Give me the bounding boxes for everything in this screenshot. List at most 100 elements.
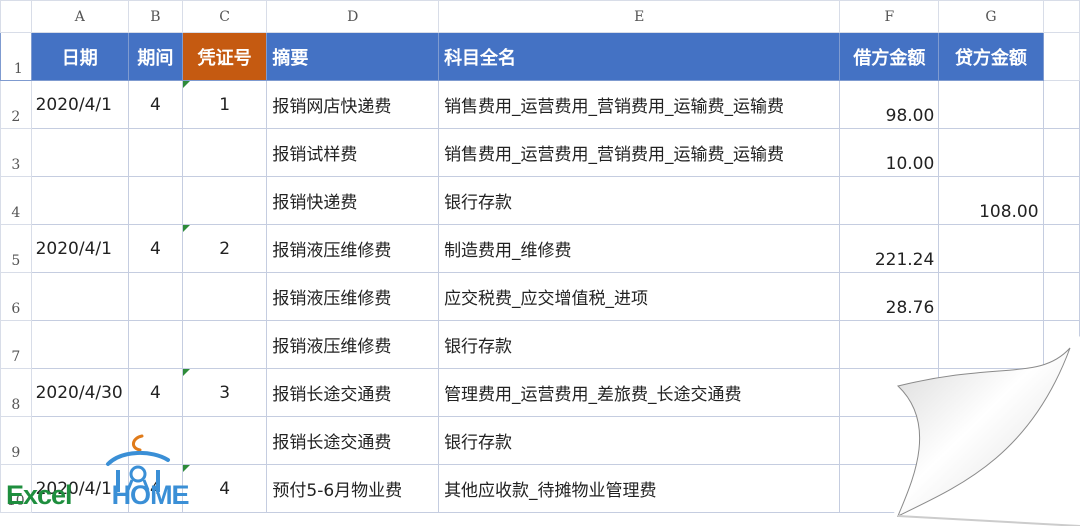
cell-voucher-text: 3 [219, 382, 231, 403]
cell-debit[interactable]: 10.00 [839, 128, 940, 177]
cell-date[interactable] [30, 272, 129, 321]
header-credit[interactable]: 贷方金额 [938, 32, 1044, 81]
table-row: 3 报销试样费 销售费用_运营费用_营销费用_运输费_运输费 10.00 [0, 128, 1080, 177]
cell-summary[interactable]: 报销长途交通费 [266, 368, 440, 417]
cell-credit[interactable] [938, 224, 1044, 273]
header-date[interactable]: 日期 [30, 32, 129, 81]
cell-period[interactable]: 4 [127, 368, 183, 417]
cell-debit[interactable] [839, 368, 940, 417]
cell-summary[interactable]: 报销网店快递费 [266, 80, 440, 129]
cell-date[interactable]: 2020/4/1 [30, 224, 129, 273]
column-header-f[interactable]: F [839, 0, 940, 33]
cell-period[interactable]: 4 [127, 224, 183, 273]
column-header-c[interactable]: C [181, 0, 268, 33]
select-all-corner[interactable] [0, 0, 32, 33]
empty-cell[interactable] [1042, 176, 1080, 225]
cell-date[interactable]: 2020/4/30 [30, 368, 129, 417]
header-summary[interactable]: 摘要 [266, 32, 440, 81]
cell-period-text: 4 [150, 94, 161, 115]
cell-voucher[interactable] [181, 320, 268, 369]
cell-summary-text: 报销快递费 [272, 193, 358, 213]
cell-account[interactable]: 销售费用_运营费用_营销费用_运输费_运输费 [438, 128, 841, 177]
cell-credit[interactable] [938, 464, 1044, 513]
empty-cell[interactable] [1042, 272, 1080, 321]
column-header-d[interactable]: D [266, 0, 440, 33]
cell-period[interactable]: 4 [127, 80, 183, 129]
cell-account[interactable]: 银行存款 [438, 176, 841, 225]
cell-voucher[interactable]: 1 [181, 80, 268, 129]
cell-account[interactable]: 银行存款 [438, 416, 841, 465]
row-number[interactable]: 7 [0, 320, 32, 369]
cell-summary[interactable]: 报销试样费 [266, 128, 440, 177]
cell-period[interactable] [127, 128, 183, 177]
empty-cell[interactable] [1042, 32, 1080, 81]
cell-credit[interactable]: 108.00 [938, 176, 1044, 225]
cell-summary[interactable]: 报销快递费 [266, 176, 440, 225]
cell-account[interactable]: 银行存款 [438, 320, 841, 369]
column-header-a[interactable]: A [30, 0, 129, 33]
empty-cell[interactable] [1042, 368, 1080, 417]
column-header-g[interactable]: G [938, 0, 1044, 33]
empty-cell[interactable] [1042, 224, 1080, 273]
cell-debit[interactable] [839, 176, 940, 225]
cell-date[interactable] [30, 128, 129, 177]
cell-summary[interactable]: 报销长途交通费 [266, 416, 440, 465]
row-number[interactable]: 4 [0, 176, 32, 225]
cell-voucher[interactable] [181, 176, 268, 225]
cell-voucher[interactable]: 3 [181, 368, 268, 417]
cell-date[interactable]: 2020/4/1 [30, 80, 129, 129]
cell-debit[interactable] [839, 320, 940, 369]
row-number[interactable]: 5 [0, 224, 32, 273]
cell-credit[interactable] [938, 320, 1044, 369]
cell-date[interactable] [30, 320, 129, 369]
header-debit[interactable]: 借方金额 [839, 32, 940, 81]
cell-credit[interactable] [938, 272, 1044, 321]
row-number[interactable]: 3 [0, 128, 32, 177]
header-period[interactable]: 期间 [127, 32, 183, 81]
cell-period[interactable] [127, 176, 183, 225]
cell-voucher[interactable]: 2 [181, 224, 268, 273]
cell-credit[interactable] [938, 368, 1044, 417]
cell-summary[interactable]: 报销液压维修费 [266, 224, 440, 273]
header-voucher[interactable]: 凭证号 [181, 32, 268, 81]
cell-account[interactable]: 制造费用_维修费 [438, 224, 841, 273]
empty-cell[interactable] [1042, 416, 1080, 465]
cell-debit[interactable]: 9 [839, 464, 940, 513]
row-number-1[interactable]: 1 [0, 32, 32, 81]
cell-debit[interactable]: 221.24 [839, 224, 940, 273]
cell-period[interactable] [127, 272, 183, 321]
cell-credit[interactable] [938, 416, 1044, 465]
cell-summary[interactable]: 报销液压维修费 [266, 272, 440, 321]
cell-voucher[interactable] [181, 128, 268, 177]
row-number[interactable]: 6 [0, 272, 32, 321]
spreadsheet-sheet: A B C D E F G 1 日期 期间 凭证号 摘要 科目全名 借方金额 贷… [0, 0, 1080, 526]
cell-account[interactable]: 管理费用_运营费用_差旅费_长途交通费 [438, 368, 841, 417]
empty-cell[interactable] [1042, 80, 1080, 129]
column-header-b[interactable]: B [127, 0, 183, 33]
row-number[interactable]: 2 [0, 80, 32, 129]
cell-debit[interactable] [839, 416, 940, 465]
empty-cell[interactable] [1042, 128, 1080, 177]
empty-cell[interactable] [1042, 320, 1080, 369]
cell-summary[interactable]: 报销液压维修费 [266, 320, 440, 369]
table-row: 7 报销液压维修费 银行存款 [0, 320, 1080, 369]
cell-account[interactable]: 其他应收款_待摊物业管理费 [438, 464, 841, 513]
header-account[interactable]: 科目全名 [438, 32, 841, 81]
cell-account[interactable]: 销售费用_运营费用_营销费用_运输费_运输费 [438, 80, 841, 129]
cell-date[interactable] [30, 176, 129, 225]
cell-period[interactable] [127, 320, 183, 369]
row-number[interactable]: 8 [0, 368, 32, 417]
cell-debit[interactable]: 98.00 [839, 80, 940, 129]
cell-summary[interactable]: 预付5-6月物业费 [266, 464, 440, 513]
cell-credit[interactable] [938, 80, 1044, 129]
cell-account[interactable]: 应交税费_应交增值税_进项 [438, 272, 841, 321]
cell-account-text: 管理费用_运营费用_差旅费_长途交通费 [444, 385, 742, 405]
cell-debit-text: 221.24 [874, 250, 935, 270]
cell-debit[interactable]: 28.76 [839, 272, 940, 321]
empty-cell[interactable] [1042, 464, 1080, 513]
cell-credit[interactable] [938, 128, 1044, 177]
cell-voucher[interactable] [181, 272, 268, 321]
column-header-h[interactable] [1042, 0, 1080, 33]
column-header-e[interactable]: E [438, 0, 841, 33]
cell-debit-text: 10.00 [885, 154, 935, 174]
